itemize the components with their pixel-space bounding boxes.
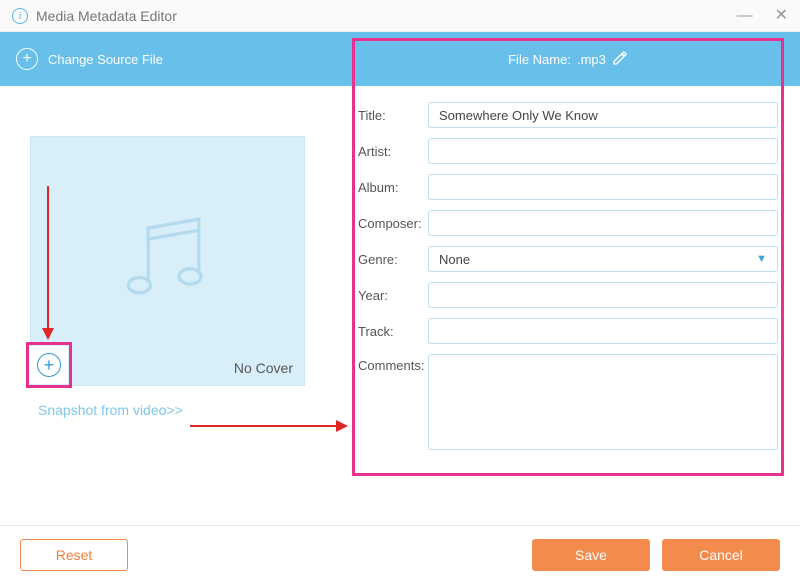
- annotation-arrow-right: [190, 416, 348, 436]
- close-button[interactable]: ✕: [775, 8, 788, 24]
- chevron-down-icon: ▼: [756, 253, 767, 265]
- artist-input[interactable]: [428, 138, 778, 164]
- composer-input[interactable]: [428, 210, 778, 236]
- artist-label: Artist:: [358, 144, 428, 159]
- year-label: Year:: [358, 288, 428, 303]
- titlebar: i Media Metadata Editor — ✕: [0, 0, 800, 32]
- cancel-button[interactable]: Cancel: [662, 539, 780, 571]
- info-icon: i: [12, 8, 28, 24]
- composer-label: Composer:: [358, 216, 428, 231]
- edit-filename-button[interactable]: [612, 50, 628, 69]
- comments-input[interactable]: [428, 354, 778, 450]
- snapshot-link[interactable]: Snapshot from video>>: [38, 402, 183, 418]
- add-cover-button[interactable]: +: [30, 346, 68, 384]
- window-title: Media Metadata Editor: [36, 8, 177, 24]
- genre-label: Genre:: [358, 252, 428, 267]
- pencil-icon: [612, 50, 628, 66]
- album-input[interactable]: [428, 174, 778, 200]
- window-controls: — ✕: [737, 8, 788, 24]
- track-input[interactable]: [428, 318, 778, 344]
- genre-value: None: [439, 252, 470, 267]
- footer: Reset Save Cancel: [0, 525, 800, 583]
- file-name-value: .mp3: [577, 52, 606, 67]
- genre-select[interactable]: None ▼: [428, 246, 778, 272]
- year-input[interactable]: [428, 282, 778, 308]
- comments-label: Comments:: [358, 354, 428, 373]
- minimize-button[interactable]: —: [737, 8, 753, 24]
- album-label: Album:: [358, 180, 428, 195]
- file-name-label: File Name:: [508, 52, 571, 67]
- file-name-bar: File Name: .mp3: [358, 32, 778, 86]
- content: No Cover + Snapshot from video>> Title: …: [0, 86, 800, 525]
- cover-art-panel: [30, 136, 305, 386]
- music-note-icon: [113, 206, 223, 316]
- metadata-form: Title: Artist: Album: Composer: Genre: N…: [358, 102, 778, 460]
- reset-button[interactable]: Reset: [20, 539, 128, 571]
- track-label: Track:: [358, 324, 428, 339]
- save-button[interactable]: Save: [532, 539, 650, 571]
- title-label: Title:: [358, 108, 428, 123]
- change-source-label: Change Source File: [48, 52, 163, 67]
- title-input[interactable]: [428, 102, 778, 128]
- change-source-button[interactable]: Change Source File: [16, 48, 163, 70]
- plus-icon: +: [37, 353, 61, 377]
- plus-icon: [16, 48, 38, 70]
